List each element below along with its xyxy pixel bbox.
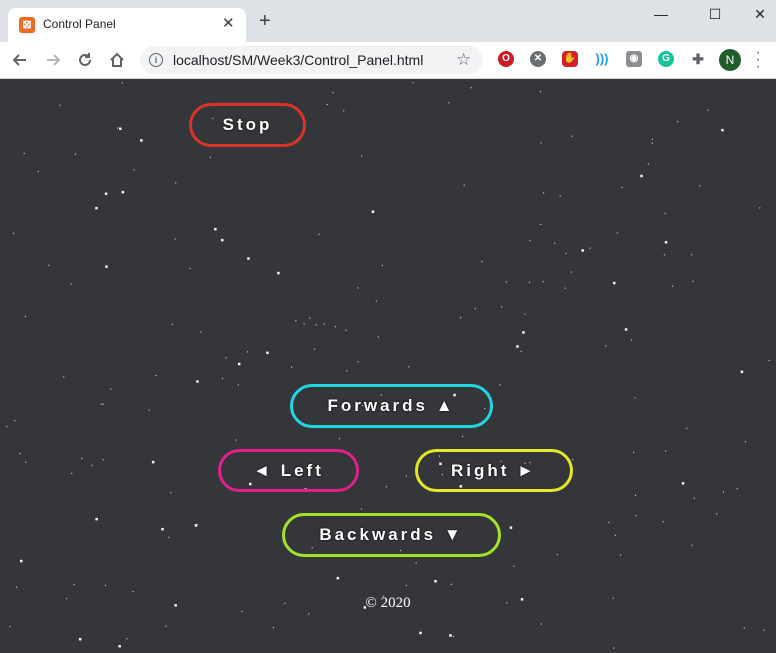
url-text[interactable]: localhost/SM/Week3/Control_Panel.html [173,52,423,68]
bookmark-star-icon[interactable]: ☆ [456,50,471,70]
left-button[interactable]: ◄ Left [218,449,359,492]
minimize-button[interactable]: — [638,2,684,30]
close-circle-icon[interactable]: ✕ [530,51,546,67]
close-window-button[interactable]: ✕ [737,2,776,30]
backwards-button[interactable]: Backwards ▼ [282,513,501,557]
adblock-icon[interactable]: ✋ [562,51,578,67]
profile-avatar[interactable]: N [719,49,741,71]
wifi-signal-icon[interactable]: ))) [594,51,610,67]
maximize-button[interactable]: ☐ [692,2,738,30]
home-icon[interactable] [105,48,129,72]
grammarly-icon[interactable]: G [658,51,674,67]
reload-icon[interactable] [73,48,97,72]
address-bar[interactable]: i localhost/SM/Week3/Control_Panel.html … [140,46,483,74]
tab-strip: ⊠ Control Panel ✕ + — ☐ ✕ [0,0,776,42]
info-icon[interactable]: i [149,53,163,67]
forward-arrow-icon[interactable] [41,48,65,72]
copyright-footer: © 2020 [365,595,411,611]
opera-icon[interactable]: O [498,51,514,67]
starfield-background [6,82,770,649]
page-content: Stop Forwards ▲ ◄ Left Right ► Backwards… [0,79,776,653]
browser-toolbar: i localhost/SM/Week3/Control_Panel.html … [0,42,776,79]
right-button[interactable]: Right ► [415,449,573,492]
puzzle-icon[interactable]: ✚ [690,51,706,67]
forwards-button[interactable]: Forwards ▲ [290,384,493,428]
camera-icon[interactable]: ◉ [626,51,642,67]
tab-title: Control Panel [43,17,116,31]
xampp-favicon-icon: ⊠ [19,17,35,33]
browser-tab[interactable]: ⊠ Control Panel ✕ [8,8,246,42]
menu-kebab-icon[interactable]: · · · [755,45,761,75]
stop-button[interactable]: Stop [189,103,306,147]
new-tab-button[interactable]: + [259,11,271,31]
tab-close-icon[interactable]: ✕ [222,15,235,33]
back-arrow-icon[interactable] [8,48,32,72]
